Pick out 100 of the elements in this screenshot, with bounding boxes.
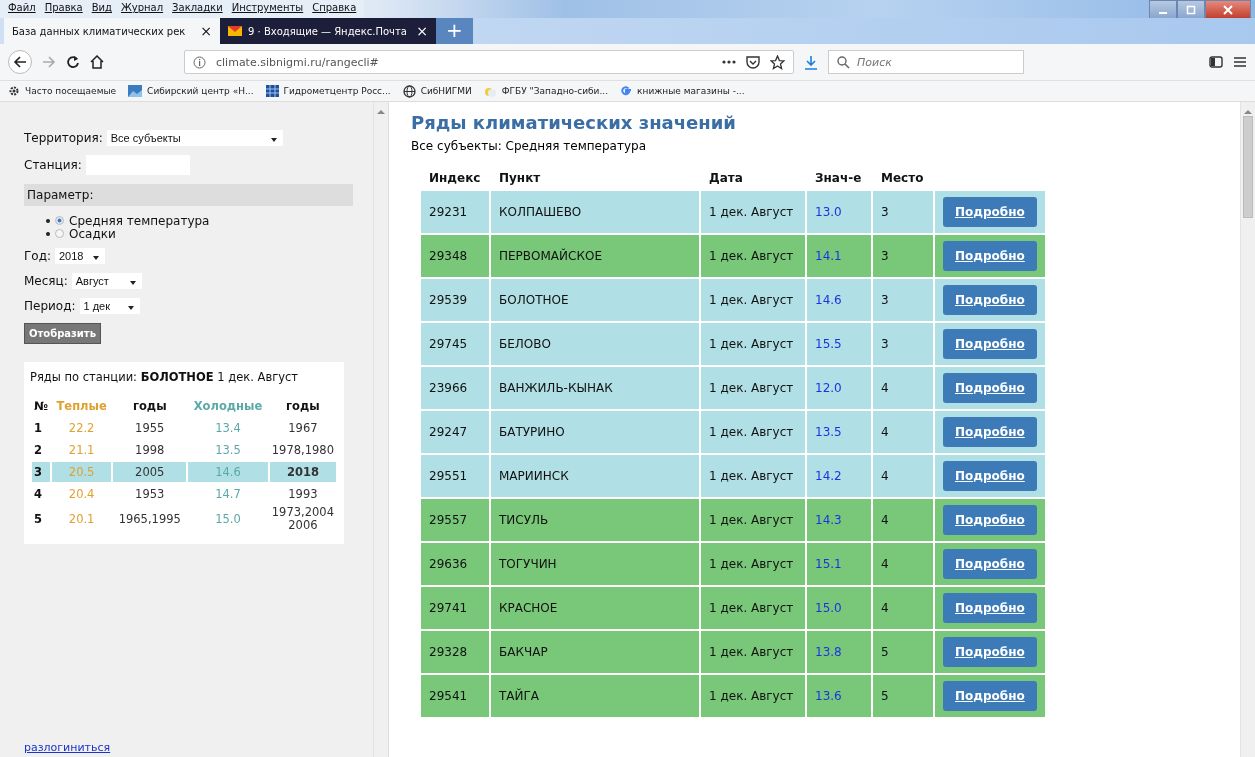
table-cell: 2005 [113, 462, 187, 482]
radio-button[interactable] [55, 229, 64, 238]
table-cell: 14.6 [188, 462, 268, 482]
table-cell: 3 [32, 462, 50, 482]
table-cell: 29539 [421, 279, 489, 321]
table-cell-text: 13.5 [214, 442, 242, 459]
page-title: Ряды климатических значений [411, 112, 737, 133]
period-dropdown[interactable]: 1 дек [79, 298, 140, 314]
table-cell-text: 20.1 [67, 511, 96, 528]
close-tab-button[interactable]: × [416, 23, 428, 39]
details-button[interactable]: Подробно [943, 329, 1037, 359]
scrollbar-thumb[interactable] [1243, 116, 1253, 218]
menu-item[interactable]: Файл [8, 2, 36, 18]
download-icon[interactable] [804, 54, 818, 70]
table-cell: ТАЙГА [491, 675, 699, 717]
logout-link[interactable]: разлогиниться [24, 741, 353, 754]
table-cell: 14.2 [807, 455, 871, 497]
home-icon[interactable] [90, 55, 104, 69]
bookmark[interactable]: ФГБУ "Западно-сиби... [483, 84, 609, 98]
month-label: Месяц: [24, 274, 68, 288]
details-button[interactable]: Подробно [943, 549, 1037, 579]
table-cell: 29348 [421, 235, 489, 277]
details-button[interactable]: Подробно [943, 417, 1037, 447]
territory-dropdown[interactable]: Все субъекты [106, 130, 283, 146]
details-button[interactable]: Подробно [943, 461, 1037, 491]
table-cell: КРАСНОЕ [491, 587, 699, 629]
table-cell: ТИСУЛЬ [491, 499, 699, 541]
radio-button[interactable] [55, 216, 64, 225]
table-cell: 14.6 [807, 279, 871, 321]
browser-tab[interactable]: 9 · Входящие — Яндекс.Почта × [220, 18, 436, 44]
table-cell: 4 [873, 455, 933, 497]
reload-icon[interactable] [66, 55, 80, 69]
table-cell: 4 [873, 587, 933, 629]
column-header: Индекс [428, 171, 482, 187]
column-header: годы [131, 398, 168, 415]
option-label[interactable]: Средняя температура [69, 213, 210, 228]
year-dropdown[interactable]: 2018 [55, 248, 106, 264]
envelope-icon [228, 26, 242, 36]
parameter-header: Параметр: [24, 184, 353, 206]
table-cell: 3 [873, 191, 933, 233]
address-bar[interactable]: climate.sibnigmi.ru/rangecli# [184, 50, 794, 74]
details-button[interactable]: Подробно [943, 241, 1037, 271]
menu-item[interactable]: Инструменты [231, 2, 304, 18]
column-header: Теплые [55, 398, 108, 415]
table-cell: 12.0 [807, 367, 871, 409]
search-field[interactable]: Поиск [828, 50, 1024, 74]
close-tab-button[interactable]: × [200, 23, 212, 39]
table-cell: 2018 [269, 462, 336, 482]
bookmark[interactable]: книжные магазины -... [620, 85, 745, 97]
star-icon[interactable] [770, 54, 785, 70]
table-cell: 15.0 [807, 587, 871, 629]
table-cell: ВАНЖИЛЬ-КЫНАК [491, 367, 699, 409]
details-button[interactable]: Подробно [943, 505, 1037, 535]
grid-icon [265, 85, 279, 97]
table-cell: 4 [873, 499, 933, 541]
table-cell-text: 2 [33, 442, 43, 459]
bookmark[interactable]: Сибирский центр «Н... [128, 85, 254, 97]
landscape-icon [128, 85, 143, 97]
menu-item[interactable]: Справка [312, 2, 357, 18]
back-arrow-icon [13, 55, 27, 69]
bookmark[interactable]: Часто посещаемые [8, 85, 117, 97]
details-button[interactable]: Подробно [943, 681, 1037, 711]
table-cell: БАТУРИНО [491, 411, 699, 453]
back-button[interactable] [8, 50, 32, 74]
table-cell: 4 [873, 367, 933, 409]
forward-icon[interactable] [42, 55, 56, 69]
new-tab-button[interactable]: + [436, 18, 473, 44]
table-cell: 29557 [421, 499, 489, 541]
menu-item[interactable]: Правка [44, 2, 83, 18]
table-cell: 1 дек. Август [701, 631, 805, 673]
table-cell: 1 дек. Август [701, 455, 805, 497]
table-cell: 1 дек. Август [701, 367, 805, 409]
table-cell: ПЕРВОМАЙСКОЕ [491, 235, 699, 277]
sidebar-icon[interactable] [1209, 56, 1223, 68]
shield-icon[interactable] [746, 55, 760, 69]
details-button[interactable]: Подробно [943, 197, 1037, 227]
bookmark[interactable]: Гидрометцентр Росс... [265, 85, 391, 97]
table-cell: 1 дек. Август [701, 587, 805, 629]
browser-tab[interactable]: База данных климатических рек × [4, 18, 220, 44]
details-button[interactable]: Подробно [943, 373, 1037, 403]
bookmark[interactable]: СибНИГМИ [402, 84, 472, 98]
table-cell: 13.5 [807, 411, 871, 453]
search-icon [837, 56, 850, 69]
menu-item[interactable]: Закладки [172, 2, 223, 18]
table-cell-text: 1 [33, 420, 43, 437]
menu-item[interactable]: Вид [91, 2, 112, 18]
details-button[interactable]: Подробно [943, 637, 1037, 667]
details-button[interactable]: Подробно [943, 285, 1037, 315]
menu-item[interactable]: Журнал [121, 2, 164, 18]
month-dropdown[interactable]: Август [71, 273, 142, 289]
table-cell: 4 [873, 411, 933, 453]
table-cell: 20.5 [51, 462, 112, 482]
column-header: Знач-е [814, 171, 863, 187]
menu-icon[interactable] [1233, 56, 1247, 68]
option-label[interactable]: Осадки [69, 226, 116, 241]
details-button[interactable]: Подробно [943, 593, 1037, 623]
table-cell-text: 22.2 [67, 420, 96, 437]
table-cell: 15.1 [807, 543, 871, 585]
more-icon[interactable] [722, 60, 736, 64]
show-button[interactable]: Отобразить [24, 323, 101, 344]
